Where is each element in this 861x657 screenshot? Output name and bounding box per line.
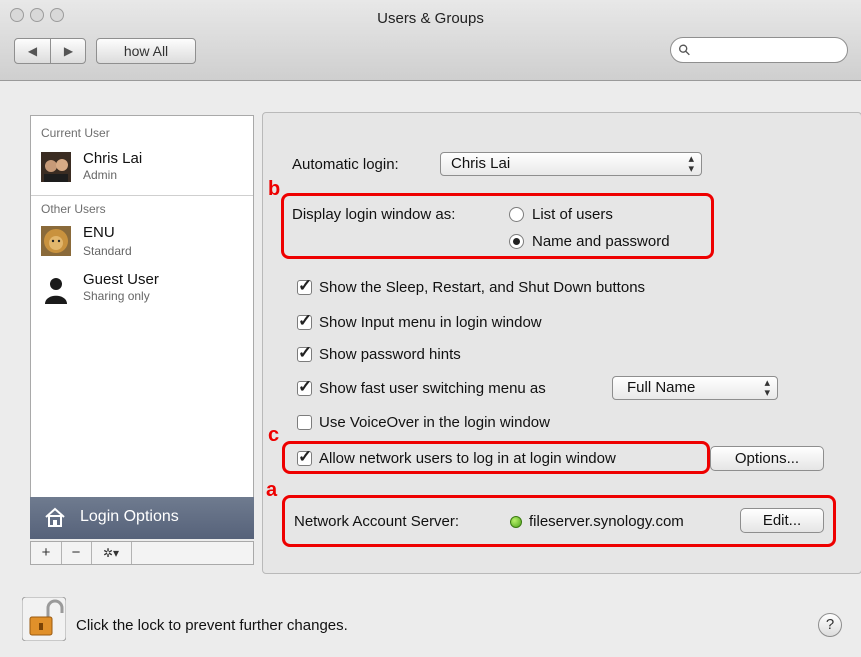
checkbox-label: Show the Sleep, Restart, and Shut Down b… <box>319 279 646 296</box>
checkbox-label: Use VoiceOver in the login window <box>319 414 550 431</box>
title-bar: Users & Groups ◀ ▶ how All ⚲ <box>0 0 861 81</box>
search-input[interactable]: ⚲ <box>670 37 848 63</box>
user-list-actions: + − ✲▾ <box>30 541 254 565</box>
show-all-button[interactable]: how All <box>96 38 196 64</box>
radio-name-and-password-label: Name and password <box>532 233 670 250</box>
unlocked-padlock-icon[interactable] <box>22 597 66 641</box>
other-users-header: Other Users <box>41 202 106 216</box>
display-login-label: Display login window as: <box>292 206 456 223</box>
checkbox-label: Show Input menu in login window <box>319 314 542 331</box>
window-title: Users & Groups <box>377 10 484 27</box>
user-name: ENU <box>83 224 115 241</box>
network-server-value: fileserver.synology.com <box>529 513 684 530</box>
checkbox-fast-user-switching[interactable]: ✓ <box>297 377 312 396</box>
checkbox-voiceover[interactable] <box>297 415 312 430</box>
user-name: Guest User <box>83 271 159 288</box>
annotation-b: b <box>268 178 281 200</box>
network-server-label: Network Account Server: <box>294 513 460 530</box>
lock-message: Click the lock to prevent further change… <box>76 617 348 634</box>
radio-list-of-users-label: List of users <box>532 206 613 223</box>
user-role: Admin <box>83 168 118 182</box>
user-role: Sharing only <box>83 289 150 303</box>
user-row-chris-lai[interactable]: Chris Lai Admin <box>31 146 253 186</box>
checkbox-label: Show password hints <box>319 346 461 363</box>
annotation-a: a <box>266 479 278 501</box>
user-photo-avatar <box>41 152 71 182</box>
options-button[interactable]: Options... <box>710 446 824 471</box>
automatic-login-label: Automatic login: <box>292 156 399 173</box>
login-options-item[interactable]: Login Options <box>30 497 254 539</box>
current-user-header: Current User <box>41 126 110 140</box>
lion-avatar <box>41 226 71 256</box>
help-button[interactable]: ? <box>818 613 842 637</box>
back-forward-control: ◀ ▶ <box>14 38 86 64</box>
user-row-guest[interactable]: Guest User Sharing only <box>31 269 253 309</box>
divider <box>31 195 253 196</box>
forward-button[interactable]: ▶ <box>51 39 86 63</box>
checkbox-allow-network-users[interactable]: ✓ <box>297 447 312 466</box>
gear-action-button[interactable]: ✲▾ <box>91 542 132 564</box>
automatic-login-value: Chris Lai <box>451 155 511 172</box>
radio-list-of-users[interactable] <box>509 207 524 222</box>
back-button[interactable]: ◀ <box>15 39 50 63</box>
checkbox-show-sleep-restart[interactable]: ✓ <box>297 276 312 295</box>
user-row-enu[interactable]: ENU Standard <box>31 222 253 262</box>
guest-user-icon <box>45 278 67 304</box>
edit-server-button[interactable]: Edit... <box>740 508 824 533</box>
fast-switch-format-popup[interactable]: Full Name ▴ ▾ <box>612 376 778 400</box>
checkbox-label: Allow network users to log in at login w… <box>319 450 616 467</box>
popup-arrows-icon: ▴ ▾ <box>688 153 694 175</box>
house-icon <box>45 507 65 527</box>
annotation-c: c <box>268 424 280 446</box>
checkbox-label: Show fast user switching menu as <box>319 380 546 397</box>
fast-switch-value: Full Name <box>627 379 696 396</box>
remove-user-button[interactable]: − <box>61 542 92 564</box>
add-user-button[interactable]: + <box>31 542 62 564</box>
user-role: Standard <box>83 244 132 258</box>
automatic-login-popup[interactable]: Chris Lai ▴ ▾ <box>440 152 702 176</box>
user-name: Chris Lai <box>83 150 143 167</box>
search-icon: ⚲ <box>674 40 695 61</box>
popup-arrows-icon: ▴ ▾ <box>764 377 770 399</box>
radio-name-and-password[interactable] <box>509 234 524 249</box>
status-green-icon <box>510 516 522 528</box>
users-list: Current User Chris Lai Admin Other Users… <box>30 115 254 499</box>
checkbox-show-input-menu[interactable]: ✓ <box>297 311 312 330</box>
checkbox-show-password-hints[interactable]: ✓ <box>297 343 312 362</box>
login-options-label: Login Options <box>80 508 179 525</box>
